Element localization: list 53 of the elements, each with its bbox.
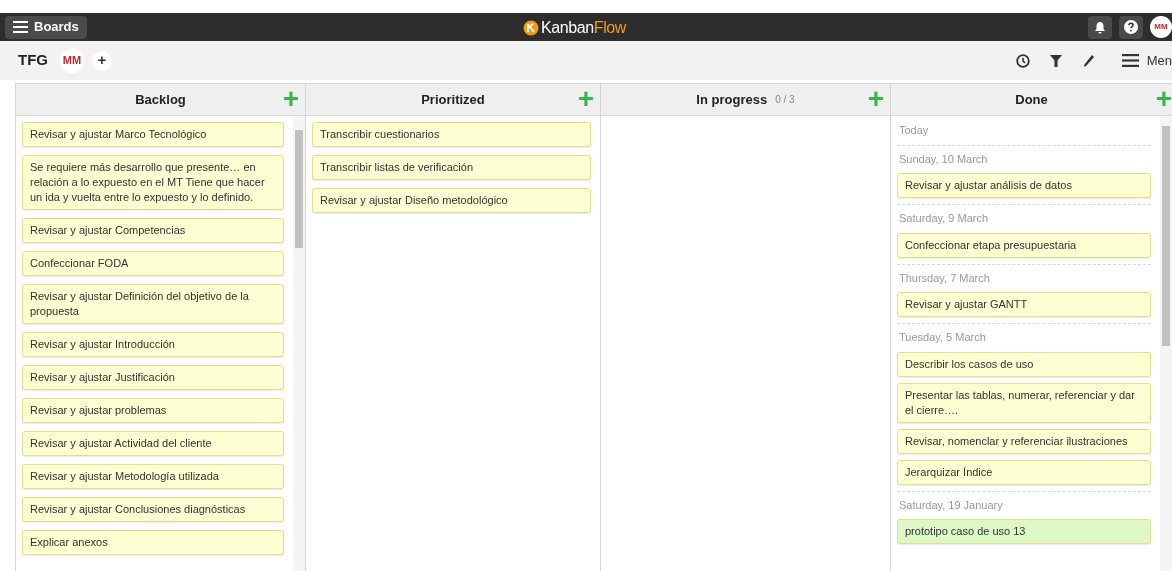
date-heading: Tuesday, 5 March (898, 330, 987, 345)
boards-button[interactable]: Boards (5, 15, 87, 39)
task-card[interactable]: Se requiere más desarrollo que presente… en relación a lo expuesto en el MT Tiene que hacer un ida y vuelta entre lo expuesto y lo definido. (22, 155, 284, 210)
task-card[interactable]: Transcribir listas de verificación (312, 155, 591, 180)
task-card[interactable]: Revisar y ajustar Actividad del cliente (22, 431, 284, 456)
task-card[interactable]: Revisar, nomenclar y referenciar ilustraciones (897, 428, 1151, 454)
task-card[interactable]: Revisar y ajustar Definición del objetivo de la propuesta (22, 284, 284, 324)
bell-icon (1094, 20, 1106, 34)
notifications-button[interactable] (1088, 15, 1112, 39)
task-card[interactable]: Jerarquizar Índice (897, 459, 1151, 485)
task-card[interactable]: Revisar y ajustar Conclusiones diagnósticas (22, 497, 284, 522)
menu-icon (13, 21, 28, 33)
task-card[interactable]: Transcribir cuestionarios (312, 122, 591, 147)
member-avatar[interactable]: MM (60, 48, 84, 73)
scrollbar[interactable] (1160, 116, 1172, 571)
task-card[interactable]: Describir los casos de uso (897, 351, 1151, 377)
task-card[interactable]: Revisar y ajustar problemas (22, 398, 284, 423)
help-button[interactable] (1119, 15, 1143, 39)
column-title: In progress (696, 90, 768, 109)
column-title: Prioritized (421, 90, 485, 109)
logo-text: KanbanFlow (541, 18, 626, 38)
add-member-button[interactable]: + (92, 50, 112, 71)
task-card[interactable]: Confeccionar FODA (22, 251, 284, 276)
column-title: Done (1015, 90, 1048, 109)
clock-icon[interactable] (1015, 53, 1030, 68)
date-heading: Sunday, 10 March (898, 151, 989, 167)
task-card[interactable]: Revisar y ajustar Marco Tecnológico (22, 122, 284, 147)
task-card[interactable]: Revisar y ajustar Introducción (22, 332, 284, 357)
logo-icon (523, 20, 539, 36)
task-card[interactable]: Revisar y ajustar análisis de datos (897, 173, 1151, 198)
task-card[interactable]: Revisar y ajustar Justificación (22, 365, 284, 390)
task-card[interactable]: Revisar y ajustar Metodología utilizada (22, 464, 284, 489)
task-card[interactable]: Explicar anexos (22, 530, 284, 555)
column-title: Backlog (135, 90, 186, 109)
task-card[interactable]: Presentar las tablas, numerar, referenciar y dar el cierre…. (897, 382, 1151, 423)
date-heading: Saturday, 9 March (898, 211, 990, 226)
user-avatar[interactable]: MM (1150, 16, 1172, 38)
date-heading: Thursday, 7 March (898, 270, 991, 286)
date-heading: Today (898, 123, 930, 138)
task-card[interactable]: Revisar y ajustar Diseño metodológico (312, 188, 591, 213)
task-card[interactable]: Confeccionar etapa presupuestaria (897, 232, 1151, 258)
date-heading: Saturday, 19 January (898, 497, 1004, 513)
board-title: TFG (18, 50, 48, 71)
help-icon (1124, 20, 1138, 34)
task-card[interactable]: Revisar y ajustar Competencias (22, 218, 284, 243)
menu-button[interactable]: Men (1121, 50, 1172, 71)
menu-icon (1121, 54, 1139, 67)
scrollbar[interactable] (293, 116, 305, 571)
task-card[interactable]: prototipo caso de uso 13 (897, 519, 1151, 544)
wip-count: 0 / 3 (775, 93, 795, 107)
task-card[interactable]: Revisar y ajustar GANTT (897, 292, 1151, 317)
pencil-icon[interactable] (1081, 53, 1095, 68)
filter-icon[interactable] (1048, 53, 1063, 68)
